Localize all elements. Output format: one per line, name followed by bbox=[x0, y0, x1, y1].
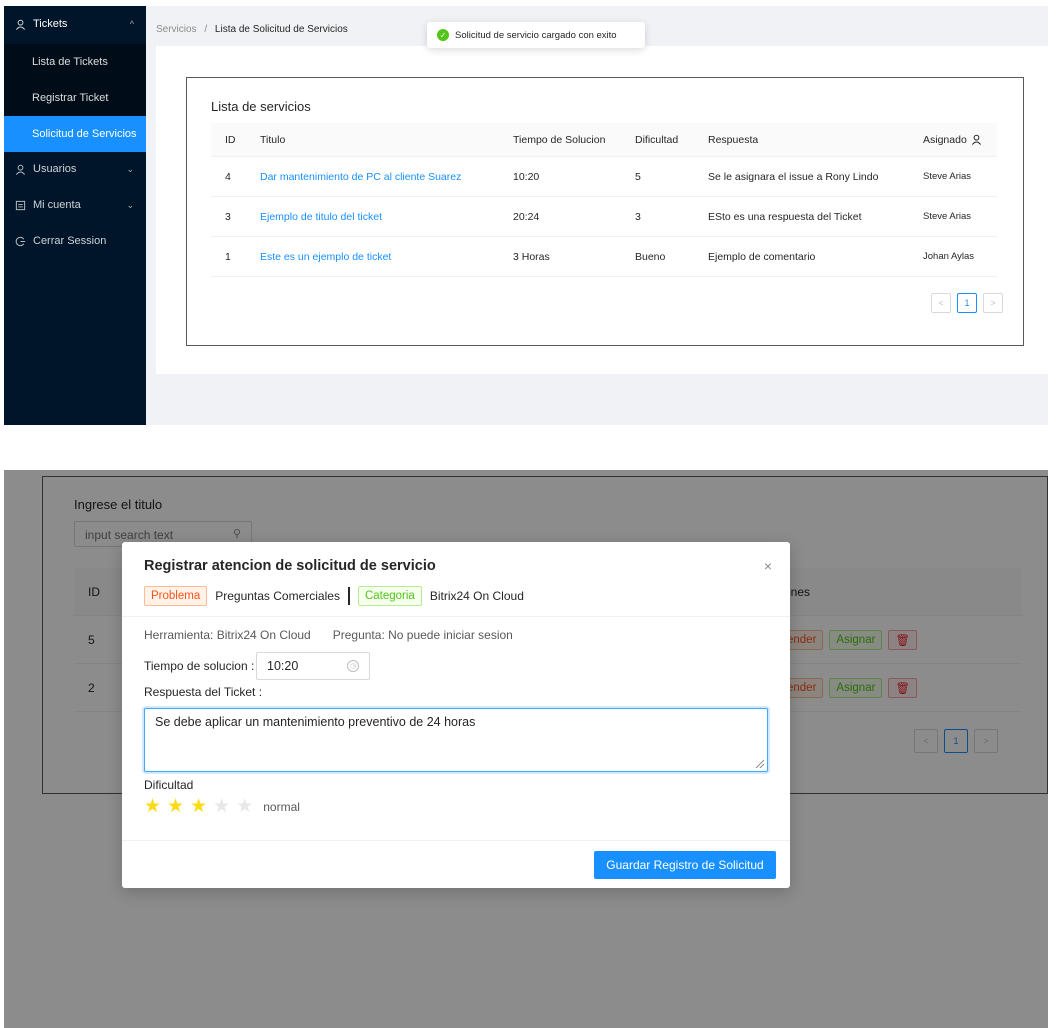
user-icon bbox=[971, 134, 982, 145]
divider bbox=[122, 840, 790, 841]
cell-titulo-link[interactable]: Dar mantenimiento de PC al cliente Suare… bbox=[260, 157, 461, 196]
categoria-value: Bitrix24 On Cloud bbox=[429, 589, 524, 603]
modal-screen: Ingrese el titulo ⚲ ID ones 5 ender Asig… bbox=[4, 470, 1048, 1028]
modal-info: Herramienta: Bitrix24 On Cloud Pregunta:… bbox=[144, 628, 513, 642]
breadcrumb: Servicios / Lista de Solicitud de Servic… bbox=[156, 24, 348, 35]
close-icon[interactable]: × bbox=[764, 558, 772, 574]
problema-value: Preguntas Comerciales bbox=[215, 589, 340, 603]
sidebar-item-label: Cerrar Session bbox=[33, 235, 107, 247]
cell-titulo-link[interactable]: Este es un ejemplo de ticket bbox=[260, 237, 391, 276]
cell-dificultad: Bueno bbox=[635, 250, 666, 263]
services-list-screen: Tickets ^ Lista de Tickets Registrar Tic… bbox=[4, 6, 1048, 425]
sidebar-item-cerrar-session[interactable]: Cerrar Session bbox=[4, 223, 146, 259]
tiempo-label: Tiempo de solucion : bbox=[144, 659, 255, 673]
chevron-down-icon: ⌄ bbox=[126, 163, 134, 174]
cell-dificultad: 5 bbox=[635, 170, 641, 183]
registro-modal: Registrar atencion de solicitud de servi… bbox=[122, 542, 790, 888]
clock-icon: ◷ bbox=[347, 660, 359, 672]
herramienta-text: Herramienta: Bitrix24 On Cloud bbox=[144, 628, 311, 642]
dificultad-rating: ★ ★ ★ ★ ★ normal bbox=[144, 797, 300, 817]
cell-id: 1 bbox=[225, 250, 231, 263]
tag-divider bbox=[347, 587, 350, 605]
sidebar-item-usuarios[interactable]: Usuarios ⌄ bbox=[4, 151, 146, 187]
column-header-id: ID bbox=[225, 133, 236, 146]
sidebar: Tickets ^ Lista de Tickets Registrar Tic… bbox=[4, 6, 146, 425]
sidebar-item-tickets[interactable]: Tickets ^ bbox=[4, 6, 146, 42]
respuesta-label: Respuesta del Ticket : bbox=[144, 685, 263, 699]
tiempo-value: 10:20 bbox=[267, 659, 299, 673]
divider bbox=[122, 616, 790, 617]
modal-tags: Problema Preguntas Comerciales Categoria… bbox=[144, 586, 524, 606]
table-row: 1 Este es un ejemplo de ticket 3 Horas B… bbox=[211, 237, 997, 277]
column-header-respuesta: Respuesta bbox=[708, 133, 759, 146]
cell-id: 3 bbox=[225, 210, 231, 223]
user-icon bbox=[14, 163, 26, 175]
star-icon[interactable]: ★ bbox=[236, 797, 253, 817]
cell-tiempo: 3 Horas bbox=[513, 250, 550, 263]
sidebar-item-mi-cuenta[interactable]: Mi cuenta ⌄ bbox=[4, 187, 146, 223]
modal-title: Registrar atencion de solicitud de servi… bbox=[144, 558, 436, 574]
chevron-down-icon: ⌄ bbox=[126, 199, 134, 210]
column-header-asignado: Asignado bbox=[923, 123, 982, 156]
column-header-dificultad: Dificultad bbox=[635, 133, 679, 146]
column-header-asignado-label: Asignado bbox=[923, 133, 967, 146]
cell-asignado: Steve Arias bbox=[923, 171, 972, 182]
categoria-tag: Categoria bbox=[357, 586, 422, 606]
sidebar-item-label: Usuarios bbox=[33, 163, 77, 175]
success-toast: ✓ Solicitud de servicio cargado con exit… bbox=[427, 22, 645, 48]
user-icon bbox=[14, 18, 26, 30]
pagination-prev-button[interactable]: < bbox=[931, 293, 951, 313]
cell-asignado: Steve Arias bbox=[923, 211, 972, 222]
respuesta-textarea[interactable]: Se debe aplicar un mantenimiento prevent… bbox=[144, 708, 768, 772]
chevron-up-icon: ^ bbox=[129, 19, 134, 29]
star-icon[interactable]: ★ bbox=[213, 797, 230, 817]
toast-message: Solicitud de servicio cargado con exito bbox=[455, 29, 617, 41]
dificultad-label: Dificultad bbox=[144, 778, 194, 792]
sidebar-item-label: Tickets bbox=[33, 18, 68, 30]
sidebar-subitem-solicitud-servicios[interactable]: Solicitud de Servicios bbox=[4, 116, 146, 152]
cell-titulo-link[interactable]: Ejemplo de titulo del ticket bbox=[260, 197, 382, 236]
column-header-titulo: Titulo bbox=[260, 133, 286, 146]
pagination: < 1 > bbox=[931, 293, 1003, 313]
cell-respuesta: Ejemplo de comentario bbox=[708, 250, 816, 263]
check-circle-icon: ✓ bbox=[437, 29, 449, 41]
pagination-next-button[interactable]: > bbox=[983, 293, 1003, 313]
star-icon[interactable]: ★ bbox=[167, 797, 184, 817]
column-header-tiempo: Tiempo de Solucion bbox=[513, 133, 606, 146]
logout-icon bbox=[14, 235, 26, 247]
star-icon[interactable]: ★ bbox=[190, 797, 207, 817]
cell-tiempo: 20:24 bbox=[513, 210, 540, 223]
cell-id: 4 bbox=[225, 170, 231, 183]
table-row: 3 Ejemplo de titulo del ticket 20:24 3 E… bbox=[211, 197, 997, 237]
tiempo-picker[interactable]: 10:20 ◷ bbox=[256, 652, 370, 680]
resize-handle-icon[interactable] bbox=[754, 758, 764, 768]
card-title: Lista de servicios bbox=[211, 99, 311, 114]
cell-respuesta: Se le asignara el issue a Rony Lindo bbox=[708, 170, 879, 183]
calendar-icon bbox=[14, 199, 26, 211]
table-header: ID Titulo Tiempo de Solucion Dificultad … bbox=[211, 123, 997, 157]
cell-tiempo: 10:20 bbox=[513, 170, 540, 183]
cell-respuesta: ESto es una respuesta del Ticket bbox=[708, 210, 862, 223]
star-icon[interactable]: ★ bbox=[144, 797, 161, 817]
rating-text: normal bbox=[263, 800, 300, 814]
services-card: Lista de servicios ID Titulo Tiempo de S… bbox=[186, 77, 1024, 346]
breadcrumb-current: Lista de Solicitud de Servicios bbox=[214, 24, 348, 35]
problema-tag: Problema bbox=[144, 586, 208, 606]
sidebar-item-label: Mi cuenta bbox=[33, 199, 81, 211]
breadcrumb-root[interactable]: Servicios bbox=[156, 24, 197, 35]
sidebar-subitem-registrar-ticket[interactable]: Registrar Ticket bbox=[4, 80, 146, 116]
table-row: 4 Dar mantenimiento de PC al cliente Sua… bbox=[211, 157, 997, 197]
cell-dificultad: 3 bbox=[635, 210, 641, 223]
save-button[interactable]: Guardar Registro de Solicitud bbox=[594, 851, 776, 879]
breadcrumb-separator: / bbox=[204, 24, 208, 35]
pregunta-text: Pregunta: No puede iniciar sesion bbox=[332, 628, 513, 642]
cell-asignado: Johan Aylas bbox=[923, 251, 975, 262]
sidebar-subitem-lista-tickets[interactable]: Lista de Tickets bbox=[4, 44, 146, 80]
pagination-page-button[interactable]: 1 bbox=[957, 293, 977, 313]
